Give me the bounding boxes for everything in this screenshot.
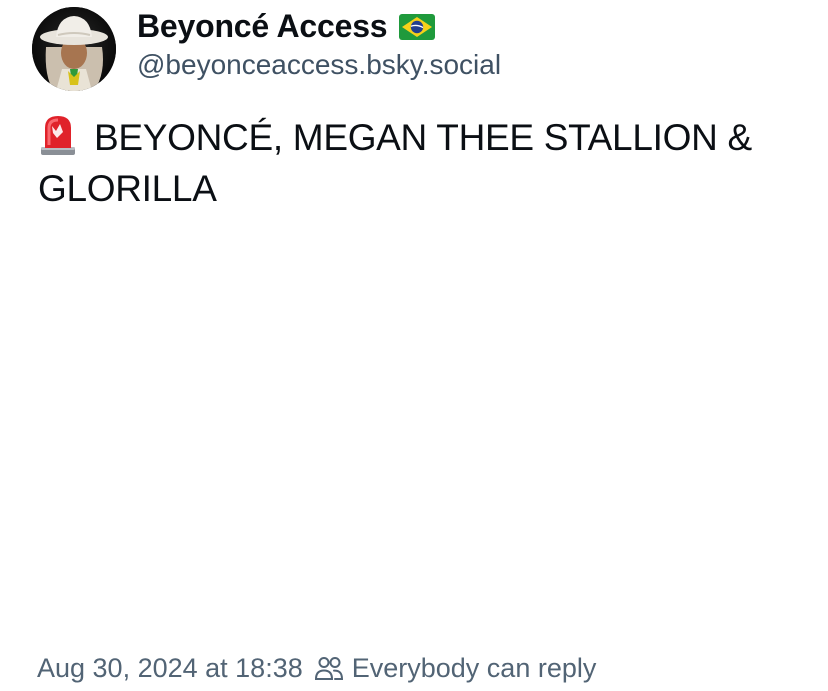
- avatar-image: [32, 7, 116, 91]
- avatar[interactable]: [32, 7, 116, 91]
- brazil-flag-icon: [399, 14, 436, 40]
- post-author: Beyoncé Access @beyonceaccess.bsky.socia…: [137, 6, 797, 81]
- author-handle[interactable]: @beyonceaccess.bsky.social: [137, 49, 797, 81]
- post-text: BEYONCÉ, MEGAN THEE STALLION & GLORILLA: [38, 112, 808, 214]
- display-name[interactable]: Beyoncé Access: [137, 8, 388, 45]
- post-meta: Aug 30, 2024 at 18:38 Everybody can repl…: [37, 648, 596, 688]
- people-icon: [314, 655, 344, 681]
- rotating-light-siren-icon: [38, 112, 78, 156]
- post-timestamp[interactable]: Aug 30, 2024 at 18:38: [37, 653, 303, 684]
- reply-setting-label[interactable]: Everybody can reply: [352, 653, 597, 684]
- display-name-row: Beyoncé Access: [137, 6, 797, 46]
- post-text-content: BEYONCÉ, MEGAN THEE STALLION & GLORILLA: [38, 117, 752, 209]
